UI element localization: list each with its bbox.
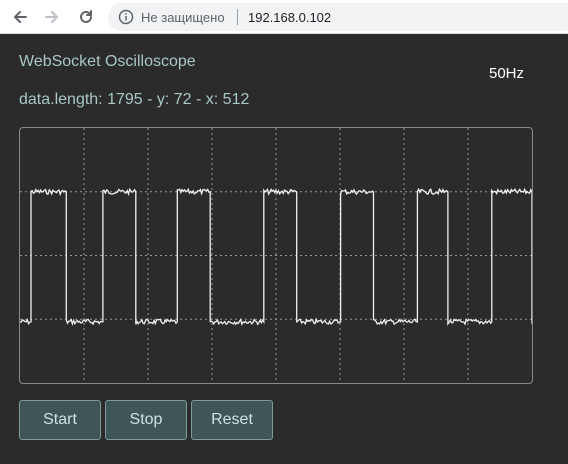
address-bar[interactable]: Не защищено 192.168.0.102 bbox=[108, 3, 568, 31]
url-text[interactable]: 192.168.0.102 bbox=[248, 10, 331, 25]
reload-icon[interactable] bbox=[74, 5, 98, 29]
stop-button[interactable]: Stop bbox=[105, 400, 187, 440]
start-button[interactable]: Start bbox=[19, 400, 101, 440]
security-status[interactable]: Не защищено bbox=[141, 10, 225, 25]
page-title: WebSocket Oscilloscope bbox=[19, 53, 196, 70]
browser-toolbar: Не защищено 192.168.0.102 bbox=[0, 0, 568, 34]
oscilloscope-chart bbox=[20, 128, 532, 383]
address-separator bbox=[237, 9, 238, 25]
info-icon[interactable] bbox=[118, 9, 134, 25]
back-arrow-icon[interactable] bbox=[8, 5, 32, 29]
frequency-readout: 50Hz bbox=[489, 65, 525, 82]
reset-button[interactable]: Reset bbox=[191, 400, 273, 440]
data-info-readout: data.length: 1795 - y: 72 - x: 512 bbox=[19, 91, 250, 108]
oscilloscope-display bbox=[19, 127, 533, 384]
forward-arrow-icon[interactable] bbox=[40, 5, 64, 29]
